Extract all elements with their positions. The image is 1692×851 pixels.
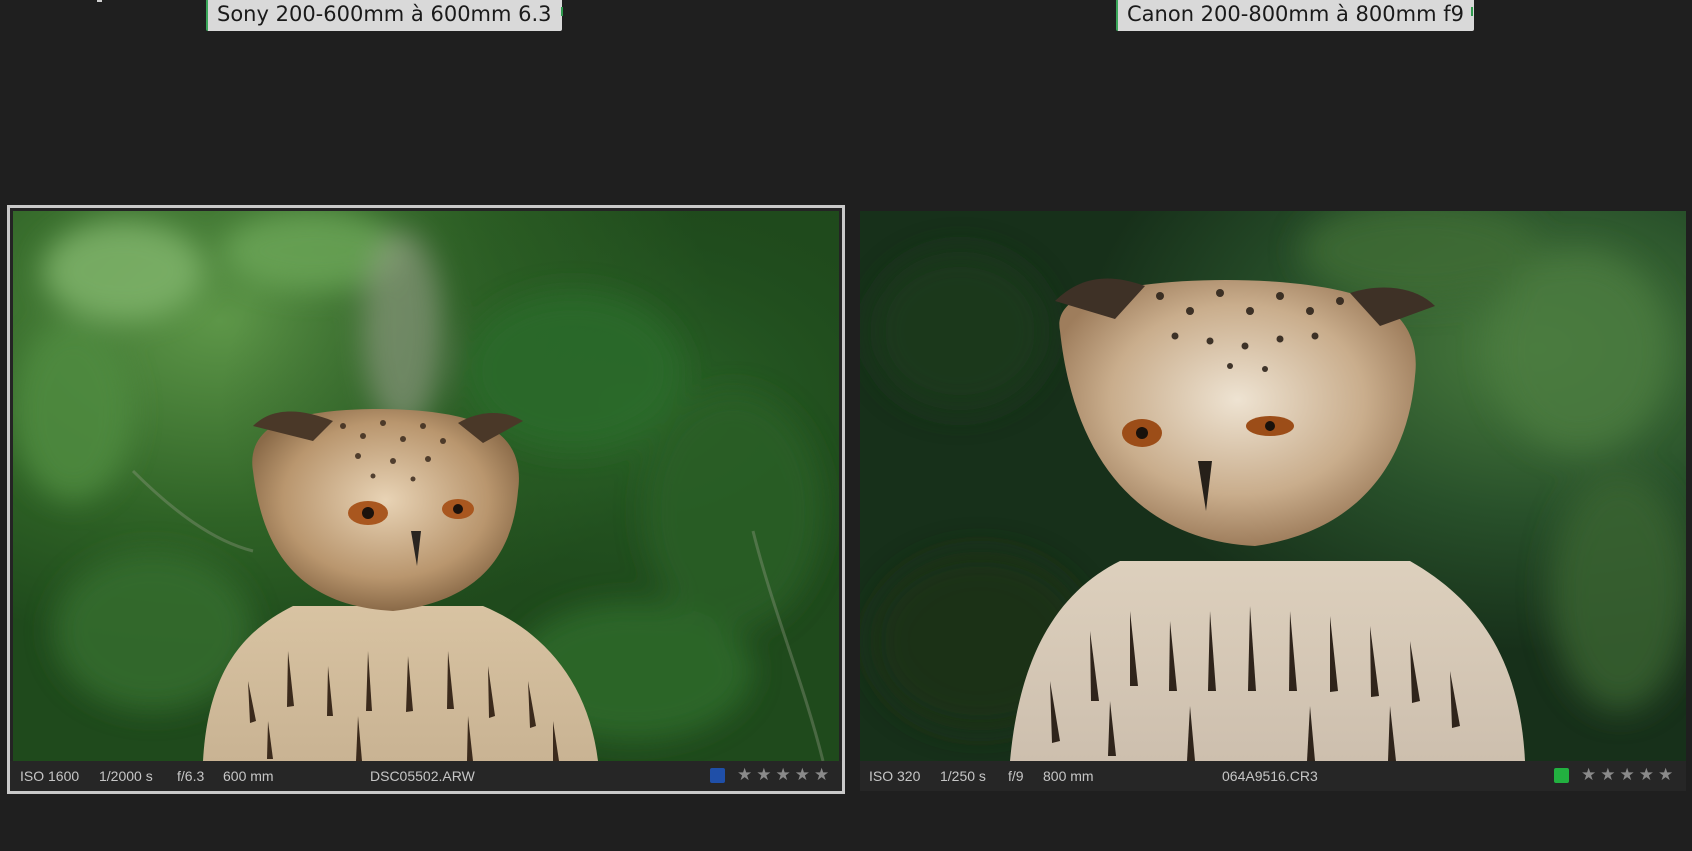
photo-right[interactable] — [860, 211, 1686, 761]
focal-value: 800 mm — [1043, 768, 1094, 784]
focal-value: 600 mm — [223, 768, 274, 784]
photo-info-bar-left: ISO 1600 1/2000 s f/6.3 600 mm DSC05502.… — [10, 761, 842, 791]
aperture-value: f/9 — [1008, 768, 1024, 784]
photo-left[interactable] — [13, 211, 839, 761]
top-marker — [97, 0, 102, 2]
compare-label-left-tick — [561, 7, 563, 16]
filename: 064A9516.CR3 — [1222, 768, 1318, 784]
compare-label-left: Sony 200-600mm à 600mm 6.3 — [206, 0, 562, 31]
star-rating[interactable]: ★★★★★ — [1581, 765, 1677, 785]
shutter-value: 1/250 s — [940, 768, 986, 784]
iso-value: ISO 320 — [869, 768, 921, 784]
color-label[interactable] — [1554, 768, 1569, 783]
shutter-value: 1/2000 s — [99, 768, 153, 784]
photo-info-bar-right: ISO 320 1/250 s f/9 800 mm 064A9516.CR3 … — [860, 761, 1686, 791]
compare-label-right: Canon 200-800mm à 800mm f9 — [1116, 0, 1474, 31]
photo-panel-right[interactable]: ISO 320 1/250 s f/9 800 mm 064A9516.CR3 … — [860, 211, 1686, 791]
compare-label-right-tick — [1471, 7, 1473, 16]
photo-panel-left[interactable]: ISO 1600 1/2000 s f/6.3 600 mm DSC05502.… — [7, 205, 845, 794]
color-label[interactable] — [710, 768, 725, 783]
filename: DSC05502.ARW — [370, 768, 475, 784]
iso-value: ISO 1600 — [20, 768, 80, 784]
owl-photo-left — [13, 211, 839, 761]
star-rating[interactable]: ★★★★★ — [737, 765, 833, 785]
owl-photo-right — [860, 211, 1686, 761]
aperture-value: f/6.3 — [177, 768, 205, 784]
